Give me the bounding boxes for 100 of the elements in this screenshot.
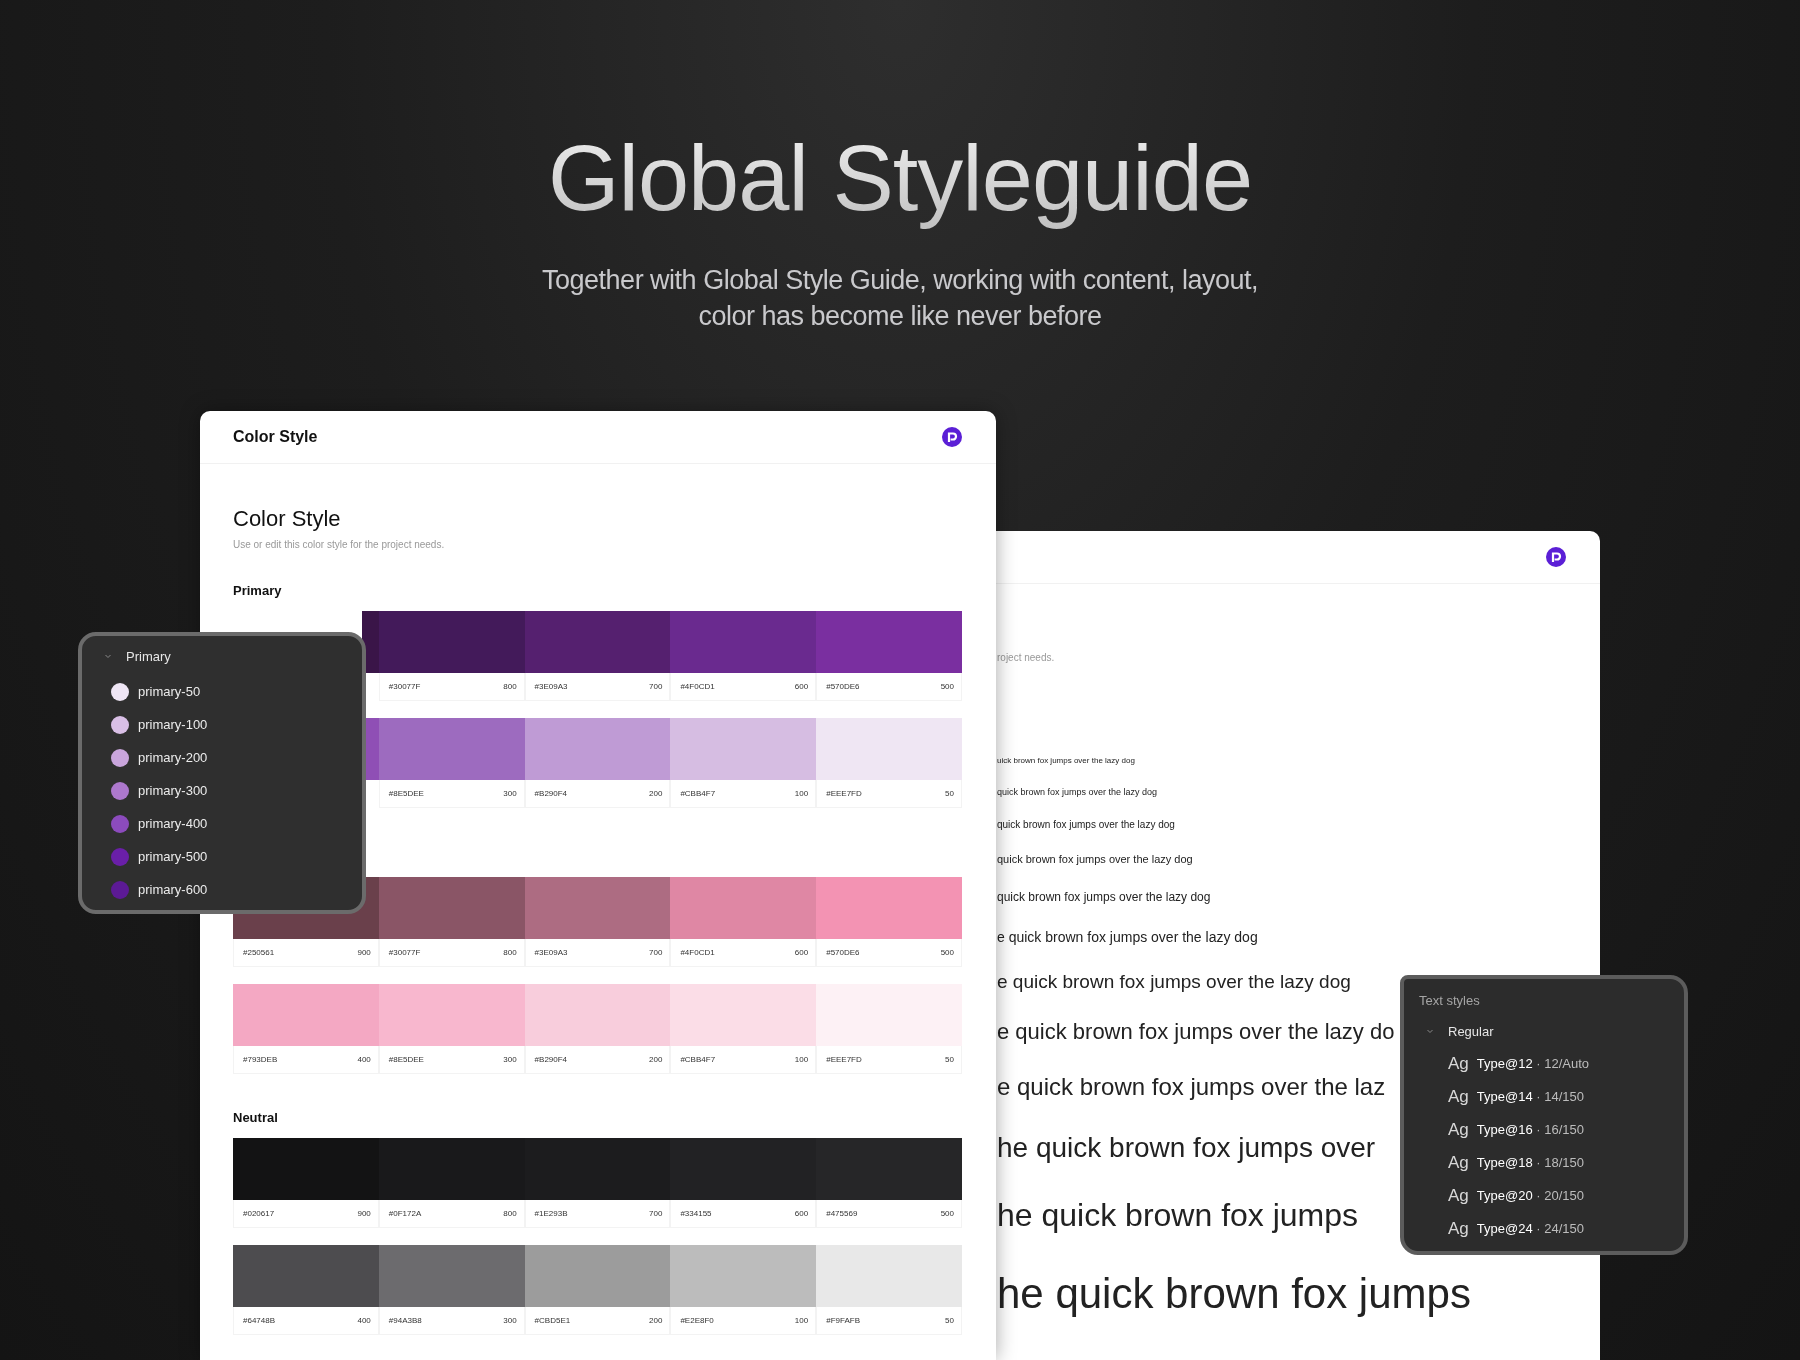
- subtitle-line: color has become like never before: [697, 300, 1103, 333]
- color-style-name[interactable]: primary-50: [138, 684, 201, 699]
- hex-code: #CBB4F7: [680, 1055, 716, 1064]
- hex-code: #4F0CD1: [680, 948, 715, 957]
- shade-value: 700: [649, 1209, 663, 1218]
- shade-value: 100: [794, 1316, 809, 1325]
- color-style-name[interactable]: primary-200: [138, 750, 208, 765]
- subtitle-line: Together with Global Style Guide, working with content, layout,: [541, 264, 1259, 297]
- type-sample: quick brown fox jumps over the lazy dog: [997, 787, 1158, 797]
- chevron-icon[interactable]: [104, 652, 112, 660]
- hex-code: #EEE7FD: [826, 789, 862, 798]
- card-title: Color Style: [233, 428, 318, 446]
- color-style-name[interactable]: primary-300: [138, 783, 208, 798]
- text-style-name[interactable]: Type@24 · 24/150: [1476, 1221, 1584, 1236]
- color-style-name[interactable]: primary-400: [138, 816, 208, 831]
- shade-value: 400: [357, 1055, 371, 1064]
- shade-value: 200: [649, 1055, 663, 1064]
- chevron-icon[interactable]: [1426, 1027, 1434, 1035]
- type-sample: quick brown fox jumps over the lazy dog: [997, 889, 1211, 904]
- type-sample: e quick brown fox jumps over the lazy dog: [997, 971, 1351, 992]
- shade-value: 800: [503, 682, 517, 691]
- shade-value: 600: [794, 948, 809, 957]
- shade-value: 500: [940, 1209, 954, 1218]
- text-style-name[interactable]: Type@18 · 18/150: [1476, 1155, 1584, 1170]
- shade-value: 50: [945, 1316, 954, 1325]
- hex-code: #250561: [243, 948, 275, 957]
- hex-code: #3E09A3: [534, 948, 568, 957]
- type-sample: uick brown fox jumps over the lazy dog: [997, 756, 1135, 765]
- hex-code: #CBB4F7: [680, 789, 716, 798]
- text-style-name[interactable]: Type@20 · 20/150: [1476, 1188, 1584, 1203]
- text-style-name[interactable]: Type@16 · 16/150: [1476, 1122, 1584, 1137]
- type-sample: he quick brown fox jumps over: [997, 1131, 1376, 1163]
- shade-value: 800: [503, 1209, 517, 1218]
- text-style-name[interactable]: Type@14 · 14/150: [1476, 1089, 1584, 1104]
- hex-code: #F9FAFB: [826, 1316, 860, 1325]
- color-style-name[interactable]: primary-500: [138, 849, 208, 864]
- shade-value: 900: [357, 1209, 371, 1218]
- hex-code: #E2E8F0: [680, 1316, 714, 1325]
- hex-code: #8E5DEE: [388, 1055, 424, 1064]
- hex-code: #94A3B8: [388, 1316, 422, 1325]
- hex-code: #0F172A: [388, 1209, 422, 1218]
- panel-title: Text styles: [1418, 992, 1481, 1010]
- hex-code: #B290F4: [534, 789, 568, 798]
- type-sample: quick brown fox jumps over the lazy dog: [997, 819, 1175, 830]
- group-name[interactable]: Primary: [126, 648, 171, 664]
- shade-value: 200: [649, 789, 663, 798]
- type-sample: he quick brown fox jumps: [997, 1270, 1471, 1317]
- shade-value: 400: [357, 1316, 371, 1325]
- shade-value: 200: [649, 1316, 663, 1325]
- logo-icon: [1546, 547, 1566, 567]
- type-sample: Ag: [1448, 1152, 1469, 1173]
- color-style-name[interactable]: primary-600: [138, 882, 208, 897]
- hex-code: #EEE7FD: [826, 1055, 862, 1064]
- type-sample: Ag: [1448, 1086, 1469, 1107]
- type-sample: e quick brown fox jumps over the lazy dog: [997, 928, 1258, 945]
- hex-code: #64748B: [243, 1316, 276, 1325]
- hex-code: #793DEB: [243, 1055, 278, 1064]
- group-label: Primary: [233, 583, 283, 598]
- hex-code: #475569: [826, 1209, 858, 1218]
- section-heading: Color Style: [233, 505, 342, 533]
- hex-code: #4F0CD1: [680, 682, 715, 691]
- shade-value: 600: [794, 1209, 809, 1218]
- shade-value: 300: [503, 1316, 517, 1325]
- shade-value: 600: [794, 682, 809, 691]
- type-sample: Ag: [1448, 1218, 1469, 1239]
- type-sample: e quick brown fox jumps over the lazy do: [997, 1018, 1395, 1044]
- group-name[interactable]: Regular: [1448, 1023, 1494, 1039]
- color-style-name[interactable]: primary-100: [138, 717, 208, 732]
- type-sample: quick brown fox jumps over the lazy dog: [997, 853, 1193, 865]
- shade-value: 300: [503, 1055, 517, 1064]
- shade-value: 700: [649, 948, 663, 957]
- hex-code: #B290F4: [534, 1055, 568, 1064]
- hex-code: #30077F: [388, 682, 421, 691]
- hex-code: #30077F: [388, 948, 421, 957]
- group-label: Neutral: [233, 1110, 279, 1125]
- shade-value: 900: [357, 948, 371, 957]
- hex-code: #1E293B: [534, 1209, 568, 1218]
- shade-value: 500: [940, 682, 954, 691]
- logo-icon: [942, 427, 962, 447]
- description: Use or edit this color style for the project needs.: [233, 539, 446, 550]
- shade-value: 50: [945, 789, 954, 798]
- hex-code: #020617: [243, 1209, 275, 1218]
- shade-value: 50: [945, 1055, 954, 1064]
- shade-value: 100: [794, 789, 809, 798]
- type-sample: Ag: [1448, 1119, 1469, 1140]
- hex-code: #570DE6: [826, 682, 860, 691]
- type-sample: he quick brown fox jumps: [997, 1196, 1359, 1233]
- shade-value: 500: [940, 948, 954, 957]
- description: roject needs.: [997, 651, 1056, 665]
- type-sample: Ag: [1448, 1053, 1469, 1074]
- shade-value: 100: [794, 1055, 809, 1064]
- hex-code: #570DE6: [826, 948, 860, 957]
- shade-value: 800: [503, 948, 517, 957]
- hex-code: #3E09A3: [534, 682, 568, 691]
- shade-value: 300: [503, 789, 517, 798]
- text-style-name[interactable]: Type@12 · 12/Auto: [1476, 1056, 1589, 1071]
- type-sample: e quick brown fox jumps over the laz: [997, 1073, 1386, 1100]
- hex-code: #8E5DEE: [388, 789, 424, 798]
- hex-code: #CBD5E1: [534, 1316, 571, 1325]
- hex-code: #334155: [680, 1209, 712, 1218]
